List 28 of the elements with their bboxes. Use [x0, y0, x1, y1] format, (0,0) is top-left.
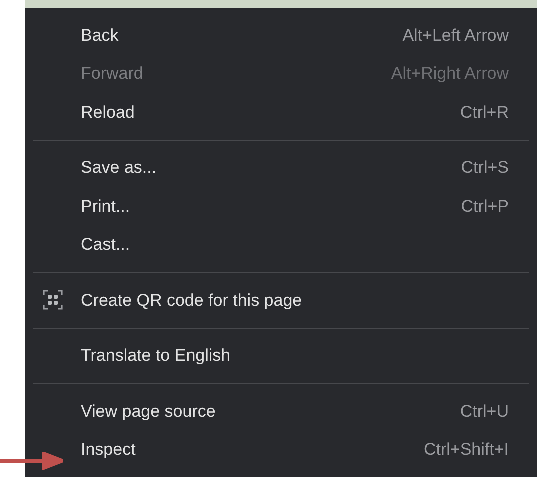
- menu-item-label: Translate to English: [81, 345, 231, 367]
- menu-item[interactable]: Inspect Ctrl+Shift+I: [33, 430, 529, 469]
- menu-item[interactable]: Translate to English: [33, 336, 529, 375]
- menu-item-label: Inspect: [81, 439, 136, 461]
- keyboard-shortcut: Ctrl+S: [461, 157, 509, 179]
- menu-item[interactable]: Reload Ctrl+R: [33, 93, 529, 132]
- pointer-arrow: [0, 452, 63, 470]
- menu-item-label: Save as...: [81, 157, 157, 179]
- keyboard-shortcut: Ctrl+P: [461, 196, 509, 218]
- menu-item[interactable]: View page source Ctrl+U: [33, 392, 529, 430]
- menu-item[interactable]: Create QR code for this page: [33, 281, 529, 320]
- menu-item-label: Reload: [81, 102, 135, 124]
- menu-item-label: Cast...: [81, 234, 130, 256]
- qr-code-icon: [43, 290, 63, 310]
- menu-item-label: View page source: [81, 400, 216, 422]
- keyboard-shortcut: Ctrl+Shift+I: [424, 439, 509, 461]
- menu-item[interactable]: Cast...: [33, 226, 529, 264]
- menu-item-label: Print...: [81, 196, 130, 218]
- keyboard-shortcut: Alt+Left Arrow: [402, 24, 509, 46]
- menu-item-label: Forward: [81, 63, 144, 85]
- keyboard-shortcut: Ctrl+R: [460, 102, 509, 124]
- keyboard-shortcut: Alt+Right Arrow: [391, 63, 509, 85]
- menu-item-label: Back: [81, 24, 119, 46]
- menu-item[interactable]: Print... Ctrl+P: [33, 187, 529, 226]
- menu-item-label: Create QR code for this page: [81, 290, 302, 312]
- keyboard-shortcut: Ctrl+U: [460, 400, 509, 422]
- menu-item[interactable]: Back Alt+Left Arrow: [33, 16, 529, 54]
- menu-item[interactable]: Save as... Ctrl+S: [33, 148, 529, 187]
